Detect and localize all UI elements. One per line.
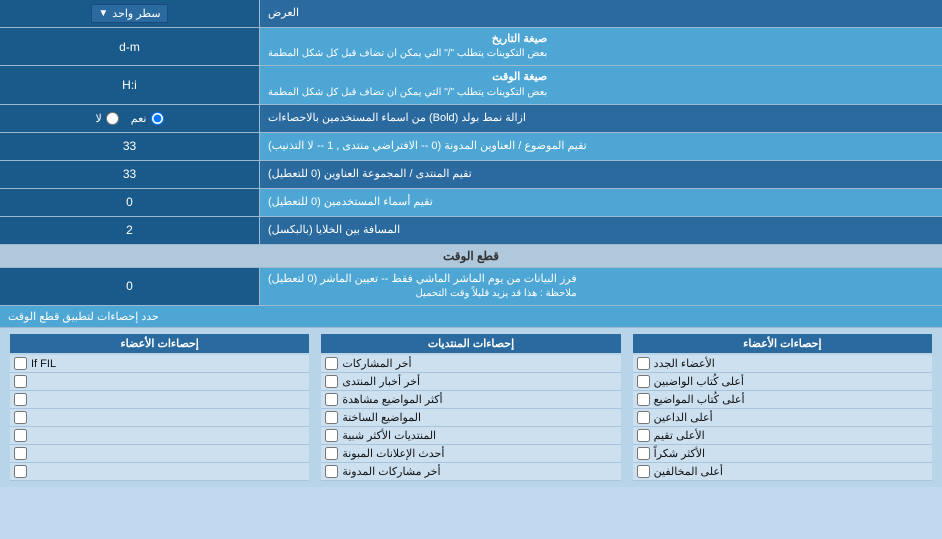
col2-header: إحصاءات المنتديات bbox=[321, 334, 620, 353]
cb-top-posters[interactable] bbox=[637, 375, 650, 388]
list-item bbox=[10, 409, 309, 427]
cb-latest-announcements[interactable] bbox=[325, 447, 338, 460]
cb-most-thanks[interactable] bbox=[637, 447, 650, 460]
time-format-input[interactable] bbox=[6, 78, 253, 92]
col1-header: إحصاءات الأعضاء bbox=[633, 334, 932, 353]
topic-sort-input[interactable] bbox=[6, 139, 253, 153]
user-sort-input-area bbox=[0, 189, 260, 216]
cb-top-warned[interactable] bbox=[637, 465, 650, 478]
list-item: أخر مشاركات المدونة bbox=[321, 463, 620, 481]
time-cut-input[interactable] bbox=[6, 279, 253, 293]
main-container: العرض سطر واحد ▼ صيغة التاريخ بعض التكوي… bbox=[0, 0, 942, 487]
cb-last-news[interactable] bbox=[325, 375, 338, 388]
cb-last-posts[interactable] bbox=[325, 357, 338, 370]
list-item bbox=[10, 373, 309, 391]
checkbox-grid: إحصاءات الأعضاء الأعضاء الجدد أعلى كُتاب… bbox=[4, 332, 938, 483]
list-item: أعلى كُتاب الواضبين bbox=[633, 373, 932, 391]
cb-col3-6[interactable] bbox=[14, 447, 27, 460]
bold-yes-label[interactable]: نعم bbox=[131, 112, 164, 125]
bold-remove-label: ازالة نمط بولد (Bold) من اسماء المستخدمي… bbox=[260, 105, 942, 132]
date-format-input[interactable] bbox=[6, 40, 253, 54]
bold-remove-options: نعم لا bbox=[0, 105, 260, 132]
checkbox-section: إحصاءات الأعضاء الأعضاء الجدد أعلى كُتاب… bbox=[0, 328, 942, 487]
if-fil-text: If FIL bbox=[31, 358, 56, 370]
list-item bbox=[10, 391, 309, 409]
checkbox-col-1: إحصاءات الأعضاء الأعضاء الجدد أعلى كُتاب… bbox=[627, 332, 938, 483]
checkbox-col-3: إحصاءات الأعضاء If FIL bbox=[4, 332, 315, 483]
cb-most-popular[interactable] bbox=[325, 429, 338, 442]
cb-col3-7[interactable] bbox=[14, 465, 27, 478]
list-item: أعلى الداعين bbox=[633, 409, 932, 427]
list-item: الأعلى تقيم bbox=[633, 427, 932, 445]
checkbox-col-2: إحصاءات المنتديات أخر المشاركات أخر أخبا… bbox=[315, 332, 626, 483]
list-item bbox=[10, 445, 309, 463]
bold-radio-group: نعم لا bbox=[88, 112, 172, 125]
forum-sort-input[interactable] bbox=[6, 167, 253, 181]
cb-col3-3[interactable] bbox=[14, 393, 27, 406]
list-item: أعلى المخالفين bbox=[633, 463, 932, 481]
time-cut-header: قطع الوقت bbox=[0, 245, 942, 268]
forum-sort-label: تقيم المنتدى / المجموعة العناوين (0 للتع… bbox=[260, 161, 942, 188]
list-item: أخر أخبار المنتدى bbox=[321, 373, 620, 391]
header-dropdown-area: سطر واحد ▼ bbox=[0, 0, 260, 27]
topic-sort-input-area bbox=[0, 133, 260, 160]
user-sort-row: تقيم أسماء المستخدمين (0 للتعطيل) bbox=[0, 189, 942, 217]
forum-sort-input-area bbox=[0, 161, 260, 188]
user-sort-input[interactable] bbox=[6, 195, 253, 209]
time-format-input-area bbox=[0, 66, 260, 103]
date-format-input-area bbox=[0, 28, 260, 65]
cb-last-blog[interactable] bbox=[325, 465, 338, 478]
cb-top-referrers[interactable] bbox=[637, 411, 650, 424]
header-row: العرض سطر واحد ▼ bbox=[0, 0, 942, 28]
time-format-row: صيغة الوقت بعض التكوينات يتطلب "/" التي … bbox=[0, 66, 942, 104]
list-item: المواضيع الساخنة bbox=[321, 409, 620, 427]
cell-spacing-input-area bbox=[0, 217, 260, 244]
cell-spacing-row: المسافة بين الخلايا (بالبكسل) bbox=[0, 217, 942, 245]
list-item bbox=[10, 463, 309, 481]
display-dropdown[interactable]: سطر واحد ▼ bbox=[91, 4, 167, 23]
time-cut-row: فرز البيانات من يوم الماشر الماشي فقط --… bbox=[0, 268, 942, 306]
dropdown-arrow-icon: ▼ bbox=[98, 8, 108, 19]
cb-col3-5[interactable] bbox=[14, 429, 27, 442]
date-format-label: صيغة التاريخ بعض التكوينات يتطلب "/" الت… bbox=[260, 28, 942, 65]
list-item bbox=[10, 427, 309, 445]
list-item: أكثر المواضيع مشاهدة bbox=[321, 391, 620, 409]
cb-new-members[interactable] bbox=[637, 357, 650, 370]
list-item: المنتديات الأكثر شبية bbox=[321, 427, 620, 445]
cb-if-fil[interactable] bbox=[14, 357, 27, 370]
list-item: If FIL bbox=[10, 355, 309, 373]
cb-top-rated[interactable] bbox=[637, 429, 650, 442]
user-sort-label: تقيم أسماء المستخدمين (0 للتعطيل) bbox=[260, 189, 942, 216]
bold-remove-row: ازالة نمط بولد (Bold) من اسماء المستخدمي… bbox=[0, 105, 942, 133]
cb-col3-4[interactable] bbox=[14, 411, 27, 424]
apply-stats-row: حدد إحصاءات لتطبيق قطع الوقت bbox=[0, 306, 942, 328]
bold-yes-radio[interactable] bbox=[151, 112, 164, 125]
header-label: العرض bbox=[260, 0, 942, 27]
cb-top-topics[interactable] bbox=[637, 393, 650, 406]
list-item: الأعضاء الجدد bbox=[633, 355, 932, 373]
bold-no-label[interactable]: لا bbox=[96, 112, 119, 125]
forum-sort-row: تقيم المنتدى / المجموعة العناوين (0 للتع… bbox=[0, 161, 942, 189]
cell-spacing-label: المسافة بين الخلايا (بالبكسل) bbox=[260, 217, 942, 244]
list-item: أعلى كُتاب المواضيع bbox=[633, 391, 932, 409]
topic-sort-label: تقيم الموضوع / العناوين المدونة (0 -- ال… bbox=[260, 133, 942, 160]
time-format-label: صيغة الوقت بعض التكوينات يتطلب "/" التي … bbox=[260, 66, 942, 103]
cb-hot-topics[interactable] bbox=[325, 411, 338, 424]
col3-header: إحصاءات الأعضاء bbox=[10, 334, 309, 353]
list-item: الأكثر شكراً bbox=[633, 445, 932, 463]
topic-sort-row: تقيم الموضوع / العناوين المدونة (0 -- ال… bbox=[0, 133, 942, 161]
list-item: أحدث الإعلانات المبونة bbox=[321, 445, 620, 463]
bold-no-radio[interactable] bbox=[106, 112, 119, 125]
cb-most-viewed[interactable] bbox=[325, 393, 338, 406]
list-item: أخر المشاركات bbox=[321, 355, 620, 373]
date-format-row: صيغة التاريخ بعض التكوينات يتطلب "/" الت… bbox=[0, 28, 942, 66]
time-cut-input-area bbox=[0, 268, 260, 305]
cb-col3-2[interactable] bbox=[14, 375, 27, 388]
cell-spacing-input[interactable] bbox=[6, 223, 253, 237]
time-cut-label: فرز البيانات من يوم الماشر الماشي فقط --… bbox=[260, 268, 942, 305]
